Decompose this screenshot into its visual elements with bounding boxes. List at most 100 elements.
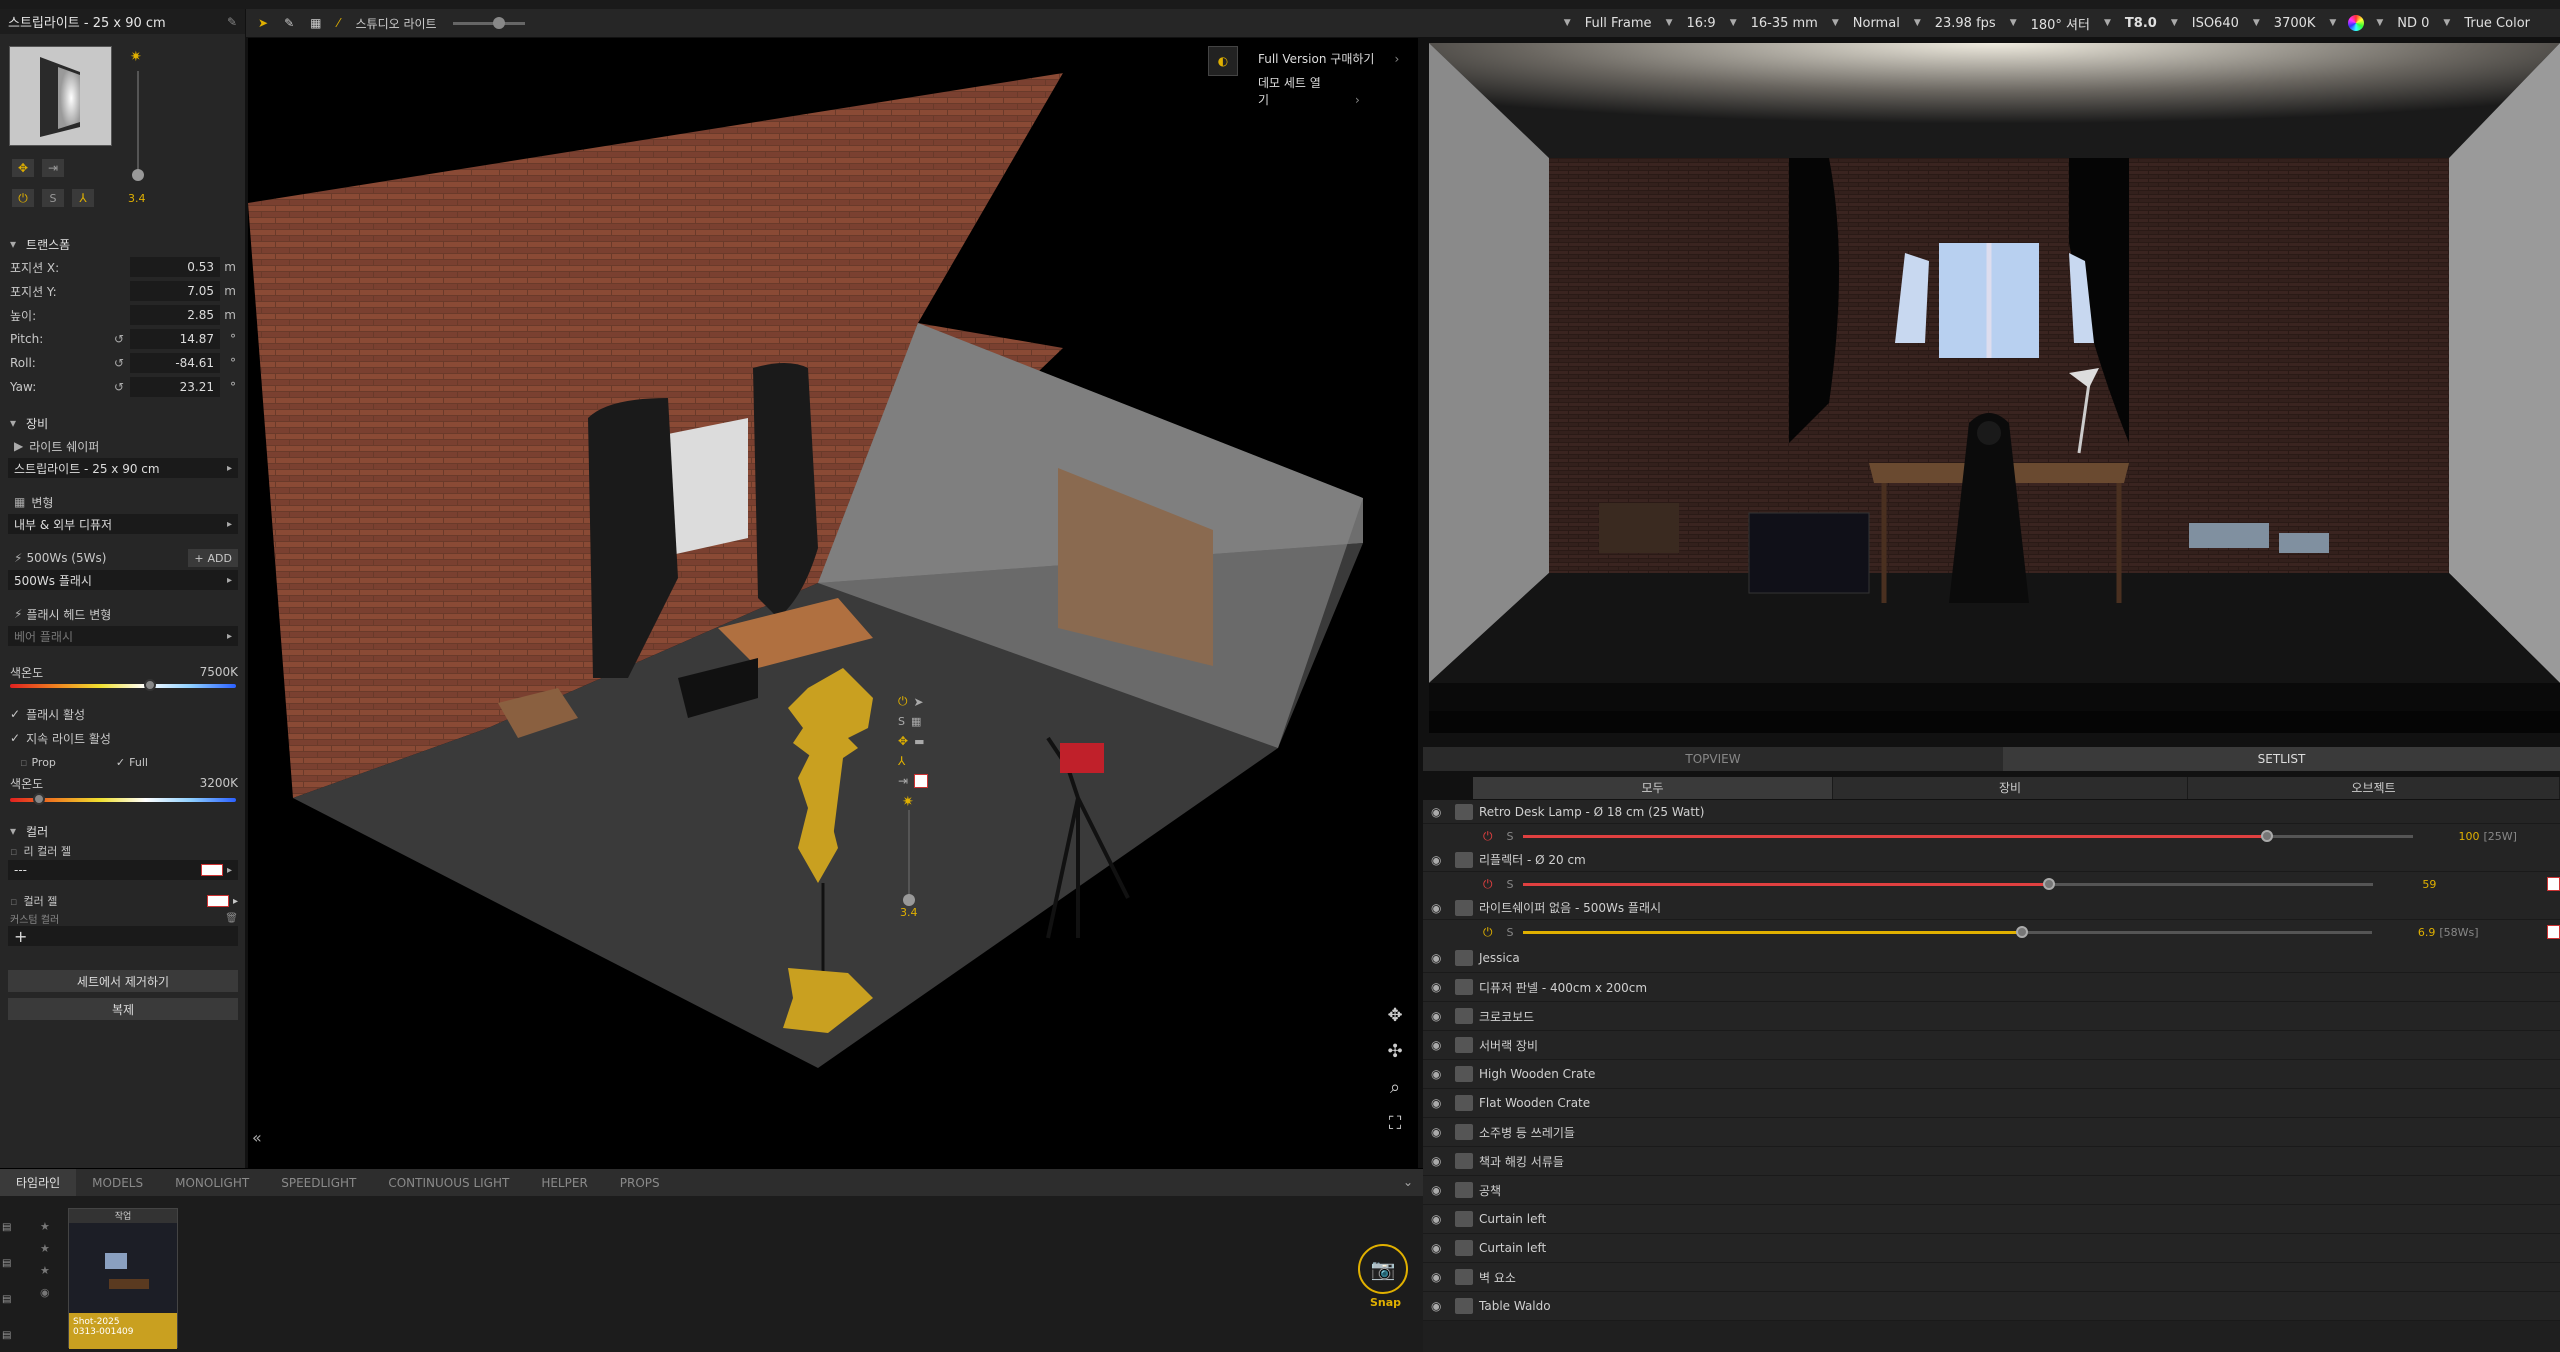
snap-camera-button[interactable]: 📷 — [1358, 1244, 1408, 1294]
tab-topview[interactable]: TOPVIEW — [1423, 752, 2003, 766]
color-temp-knob[interactable] — [144, 679, 157, 691]
bottom-tab[interactable]: SPEEDLIGHT — [265, 1169, 372, 1197]
dropdown-caret-icon[interactable]: ▼ — [1914, 18, 1921, 28]
lee-gel-select[interactable]: --- ▸ — [8, 860, 238, 880]
setlist-filter-tab[interactable]: 모두 — [1473, 777, 1833, 799]
power-icon[interactable]: ⏻ — [898, 694, 908, 709]
eye-icon[interactable]: ◉ — [1431, 1009, 1451, 1023]
dropdown-caret-icon[interactable]: ▼ — [2104, 18, 2111, 28]
camera-setting[interactable]: 23.98 fps — [1935, 16, 1996, 31]
select-icon[interactable]: ➤ — [914, 695, 924, 709]
film-icon[interactable]: ▤ — [2, 1246, 24, 1282]
camera-setting[interactable]: ISO640 — [2192, 16, 2239, 31]
equipment-section[interactable]: 장비 — [0, 412, 246, 434]
bottom-tab[interactable]: 타임라인 — [0, 1168, 77, 1197]
solo-icon[interactable]: S — [898, 715, 905, 728]
flash-head-select[interactable]: 베어 플래시 ▸ — [8, 626, 238, 646]
bottom-tab[interactable]: MONOLIGHT — [159, 1169, 265, 1197]
grid-icon[interactable]: ▦ — [310, 16, 321, 30]
camera-setting[interactable]: ND 0 — [2397, 16, 2429, 31]
pin-icon[interactable]: ✎ — [227, 15, 237, 29]
fit-view-icon[interactable]: ⛶ — [1380, 1106, 1410, 1142]
bottom-tab[interactable]: HELPER — [525, 1169, 603, 1197]
zoom-icon[interactable]: ⌕ — [1380, 1070, 1410, 1106]
dropdown-caret-icon[interactable]: ▼ — [1564, 18, 1571, 28]
intensity-slider[interactable] — [1523, 925, 2373, 938]
setlist-filter-tab[interactable]: 장비 — [1833, 777, 2188, 799]
intensity-slider[interactable]: ✷ 3.4 — [128, 49, 148, 205]
setlist-item-row[interactable]: ◉ 서버랙 장비 — [1423, 1031, 2560, 1060]
intensity-slider[interactable] — [1523, 877, 2374, 890]
select-tool-icon[interactable]: ➤ — [258, 16, 268, 30]
setlist-item-row[interactable]: ◉ Jessica — [1423, 944, 2560, 973]
eye-icon[interactable]: ◉ — [1431, 1183, 1451, 1197]
power-icon[interactable]: ⏻ — [1483, 829, 1493, 844]
gel-swatch[interactable] — [2546, 925, 2560, 939]
film-icon[interactable]: ▤ — [2, 1282, 24, 1318]
dropdown-caret-icon[interactable]: ▼ — [2443, 18, 2450, 28]
setlist-light-row[interactable]: ◉ 리플렉터 - Ø 20 cm — [1423, 848, 2560, 872]
solo-icon[interactable]: S — [1507, 926, 1514, 939]
full-version-link[interactable]: Full Version 구매하기 › — [1258, 50, 1399, 67]
studio-light-slider[interactable] — [452, 16, 525, 29]
bottom-tab[interactable]: CONTINUOUS LIGHT — [372, 1169, 525, 1197]
pan-icon[interactable]: ✣ — [1380, 1034, 1410, 1070]
eye-icon[interactable]: ◉ — [1431, 1038, 1451, 1052]
setlist-item-row[interactable]: ◉ Curtain left — [1423, 1234, 2560, 1263]
setlist-item-row[interactable]: ◉ Curtain left — [1423, 1205, 2560, 1234]
camera-setting[interactable]: Normal — [1853, 16, 1900, 31]
star-icon[interactable]: ★ — [40, 1260, 50, 1282]
eye-icon[interactable]: ◉ — [1431, 1270, 1451, 1284]
gel-swatch[interactable] — [914, 774, 929, 788]
eye-icon[interactable]: ◉ — [1431, 1067, 1451, 1081]
transform-value[interactable]: 7.05 — [130, 281, 220, 301]
camera-setting[interactable]: T8.0 — [2125, 16, 2157, 31]
prop-radio[interactable]: ▫ Prop — [20, 756, 56, 769]
tab-setlist[interactable]: SETLIST — [2003, 747, 2560, 771]
eye-icon[interactable]: ◉ — [1431, 980, 1451, 994]
camera-setting[interactable]: True Color — [2464, 16, 2530, 31]
setlist-filter-tab[interactable]: 오브젝트 — [2188, 777, 2560, 799]
shot-thumbnail[interactable]: 작업 Shot-2025 0313-001409 — [68, 1208, 178, 1349]
dropdown-caret-icon[interactable]: ▼ — [1666, 18, 1673, 28]
aim-icon[interactable]: ⇥ — [898, 774, 908, 788]
solo-icon[interactable]: S — [42, 189, 64, 207]
camera-preview[interactable] — [1429, 43, 2560, 733]
move-icon[interactable]: ✥ — [12, 159, 34, 177]
setlist-item-row[interactable]: ◉ 공책 — [1423, 1176, 2560, 1205]
setlist-item-row[interactable]: ◉ 크로코보드 — [1423, 1002, 2560, 1031]
modeling-light-icon[interactable]: ⅄ — [72, 189, 94, 207]
checkbox-checked-icon[interactable]: ✓ — [10, 707, 20, 721]
variant-select[interactable]: 내부 & 외부 디퓨저 ▸ — [8, 514, 238, 534]
camera-setting[interactable]: 16-35 mm — [1751, 16, 1818, 31]
checkbox-icon[interactable]: ▫ — [10, 845, 17, 858]
dropdown-caret-icon[interactable]: ▼ — [2010, 18, 2017, 28]
reset-icon[interactable]: ↺ — [114, 356, 130, 370]
move-icon[interactable]: ✥ — [898, 734, 908, 748]
duplicate-button[interactable]: 복제 — [8, 998, 238, 1020]
transform-value[interactable]: 0.53 — [130, 257, 220, 277]
modeling-light-icon[interactable]: ⅄ — [898, 754, 905, 768]
3d-viewport[interactable]: ◐ Full Version 구매하기 › 데모 세트 열기 › ⏻ ➤ S ▦ ✥ ▬ … — [248, 38, 1418, 1168]
eye-icon[interactable]: ◉ — [1431, 1154, 1451, 1168]
color-temp-slider[interactable] — [10, 679, 236, 691]
gel-swatch[interactable] — [2546, 877, 2560, 891]
camera-setting[interactable]: 3700K — [2274, 16, 2316, 31]
measure-tool-icon[interactable]: ⁄ — [337, 16, 339, 30]
transform-value[interactable]: 23.21 — [130, 377, 220, 397]
eye-icon[interactable]: ◉ — [1431, 805, 1451, 819]
power-icon[interactable]: ⏻ — [1483, 925, 1493, 940]
color-wheel-icon[interactable] — [2348, 15, 2365, 31]
eye-icon[interactable]: ◉ — [1431, 951, 1451, 965]
eye-icon[interactable]: ◉ — [1431, 1125, 1451, 1139]
remove-from-set-button[interactable]: 세트에서 제거하기 — [8, 970, 238, 992]
eye-icon[interactable]: ◉ — [1431, 1096, 1451, 1110]
full-radio[interactable]: ✓ Full — [116, 756, 148, 769]
aim-icon[interactable]: ⇥ — [42, 159, 64, 177]
grid-icon[interactable]: ▦ — [911, 715, 921, 728]
dropdown-caret-icon[interactable]: ▼ — [1832, 18, 1839, 28]
color-section[interactable]: 컬러 — [0, 820, 246, 842]
film-icon[interactable]: ▤ — [2, 1210, 24, 1246]
setlist-light-row[interactable]: ◉ Retro Desk Lamp - Ø 18 cm (25 Watt) — [1423, 800, 2560, 824]
color-temp2-slider[interactable] — [10, 793, 236, 805]
